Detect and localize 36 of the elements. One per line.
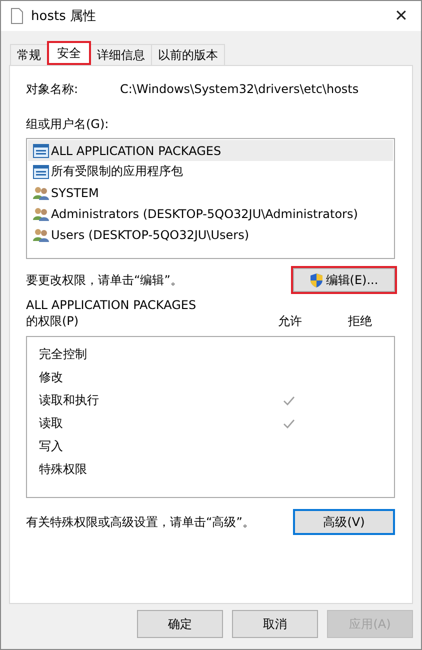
deny-heading: 拒绝	[347, 313, 373, 330]
tab[interactable]: 安全	[47, 41, 91, 65]
file-icon	[11, 8, 23, 24]
advanced-hint: 有关特殊权限或高级设置，请单击“高级”。	[26, 514, 254, 530]
close-button[interactable]: ✕	[381, 1, 421, 31]
tab[interactable]: 以前的版本	[151, 44, 225, 65]
permissions-label: 的权限(P)	[26, 313, 80, 330]
permission-name: 读取和执行	[38, 392, 100, 409]
group-list-item[interactable]: ALL APPLICATION PACKAGES	[28, 140, 393, 161]
advanced-button[interactable]: 高级(V)	[293, 509, 395, 535]
shield-icon	[310, 272, 323, 288]
permission-name: 读取	[38, 415, 64, 432]
package-icon	[33, 164, 49, 178]
users-icon	[33, 228, 49, 242]
allow-heading: 允许	[277, 313, 303, 330]
permission-name: 修改	[38, 369, 64, 386]
tab[interactable]: 常规	[10, 44, 48, 65]
permission-name: 完全控制	[38, 346, 88, 363]
object-name-label: 对象名称:	[26, 80, 80, 98]
group-list-item[interactable]: SYSTEM	[28, 182, 393, 203]
permission-name: 写入	[38, 438, 64, 455]
window-title: hosts 属性	[31, 8, 97, 25]
permission-subject: ALL APPLICATION PACKAGES	[26, 298, 198, 312]
dialog-button[interactable]: 取消	[232, 610, 318, 638]
users-icon	[33, 206, 49, 220]
edit-hint: 要更改权限，请单击“编辑”。	[26, 272, 182, 288]
users-icon	[33, 186, 49, 200]
package-icon	[33, 144, 49, 158]
object-path: C:\Windows\System32\drivers\etc\hosts	[120, 82, 359, 96]
edit-button[interactable]: 编辑(E)...	[291, 266, 397, 294]
group-list-item[interactable]: Users (DESKTOP-5QO32JU\Users)	[28, 224, 393, 245]
groups-label: 组或用户名(G):	[26, 116, 110, 133]
permission-name: 特殊权限	[38, 461, 88, 478]
group-list-item[interactable]: Administrators (DESKTOP-5QO32JU\Administrators)	[28, 203, 393, 224]
group-list-item[interactable]: 所有受限制的应用程序包	[28, 161, 393, 182]
dialog-button[interactable]: 确定	[137, 610, 223, 638]
